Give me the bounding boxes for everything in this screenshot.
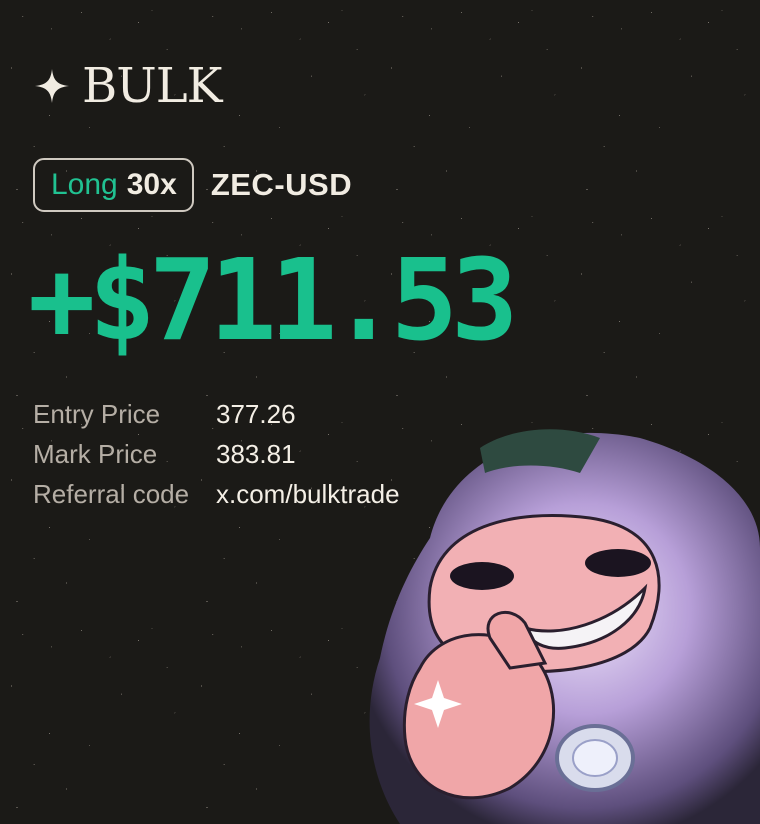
detail-row-entry-price: Entry Price 377.26 (33, 394, 400, 434)
mascot-right-eye (585, 549, 651, 577)
mark-price-label: Mark Price (33, 438, 158, 469)
trade-details: Entry Price 377.26 Mark Price 383.81 Ref… (33, 394, 400, 514)
mascot-illustration (369, 429, 760, 824)
position-header: Long 30x ZEC-USD (33, 158, 352, 212)
trading-pair: ZEC-USD (210, 167, 353, 202)
position-side: Long (51, 168, 118, 201)
entry-price-label: Entry Price (33, 398, 161, 429)
mark-price-value: 383.81 (216, 438, 296, 469)
brand-name: BULK (82, 58, 222, 114)
mascot-left-eye (450, 562, 514, 590)
detail-row-mark-price: Mark Price 383.81 (33, 434, 400, 474)
referral-code-label: Referral code (33, 478, 190, 509)
position-badge: Long 30x (33, 158, 194, 212)
entry-price-value: 377.26 (216, 398, 296, 429)
leverage-value: 30x (126, 168, 177, 201)
detail-row-referral: Referral code x.com/bulktrade (33, 474, 400, 514)
brand-logo: BULK (34, 58, 222, 114)
sparkle-icon (35, 69, 69, 103)
pnl-amount: +$711.53 (28, 236, 518, 366)
